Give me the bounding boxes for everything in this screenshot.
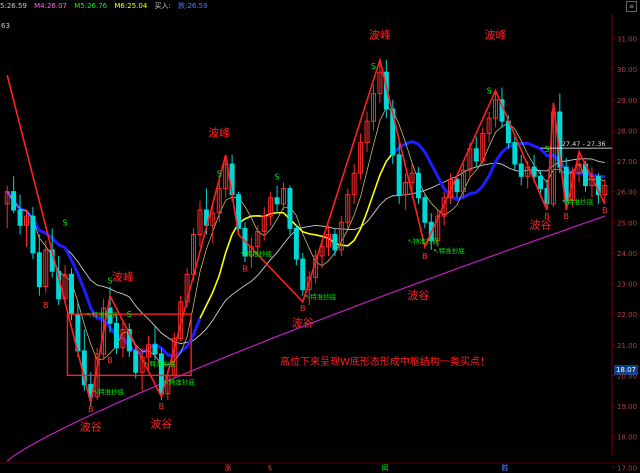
wave-peak-label: 波峰 — [485, 29, 507, 42]
sell-signal: S — [544, 145, 549, 154]
caption-text: 高位下来呈现W底形态形成中枢结构一类买点！ — [280, 355, 490, 368]
signal-text-label: ↖特准抄底 — [433, 246, 465, 255]
sell-signal: S — [487, 87, 492, 96]
candle-body — [274, 197, 280, 205]
y-tick-label: 25.00 — [617, 219, 637, 227]
wave-trough-label: 波谷 — [292, 316, 314, 329]
buy-signal: B — [107, 356, 113, 365]
wave-peak-label: 波峰 — [112, 270, 134, 283]
candle-body — [17, 209, 23, 226]
y-tick-label: 26.00 — [617, 189, 637, 197]
sell-signal: S — [275, 172, 280, 181]
y-tick-label: 21.00 — [617, 342, 637, 350]
y-tick-label: 19.00 — [617, 403, 637, 411]
sell-signal: S — [371, 62, 376, 71]
y-tick-label: 29.00 — [617, 97, 637, 105]
candle-body — [152, 344, 158, 355]
candle-body — [415, 172, 421, 199]
signal-text-label: ↖特准抄底 — [144, 359, 176, 368]
y-tick-label: 17.00 — [617, 464, 637, 472]
candle-body — [36, 252, 42, 288]
candle-body — [293, 227, 299, 260]
buy-signal: B — [563, 212, 569, 221]
y-tick-label: 23.00 — [617, 281, 637, 289]
y-tick-label: 18.00 — [617, 434, 637, 442]
sell-signal: S — [107, 277, 112, 286]
candlestick-chart: 31.00 30.00 29.00 28.00 27.00 26.00 25.00 24.00… — [0, 14, 640, 472]
bottom-marker: 胜 — [502, 463, 509, 472]
y-tick-label: 31.00 — [617, 36, 637, 44]
y-tick-label: 24.00 — [617, 250, 637, 258]
candle-body — [473, 148, 479, 162]
signal-text-label: ↖特准抄底 — [86, 310, 118, 319]
candle-body — [422, 197, 428, 223]
candle-body — [332, 234, 338, 251]
y-tick-label: 20.00 — [617, 372, 637, 380]
signal-text-label: ↖特准抄底 — [408, 237, 440, 246]
candle-body — [454, 178, 460, 193]
buy-signal: B — [242, 264, 248, 273]
candle-body — [30, 215, 36, 254]
candle-body — [11, 191, 17, 211]
price-range-label: 27.47 - 27.36 — [562, 140, 606, 148]
candle-body — [518, 163, 524, 177]
bottom-marker: $ — [268, 464, 272, 472]
candle-body — [538, 175, 544, 190]
wave-peak-label: 波峰 — [369, 29, 391, 42]
buy-signal: B — [159, 402, 165, 411]
signal-text-label: ↖特准抄底 — [163, 378, 195, 387]
sell-signal: S — [63, 218, 68, 227]
signal-text-label: ↖特准抄底 — [241, 249, 273, 258]
sell-signal: S — [217, 169, 222, 178]
sell-signal: S — [127, 310, 132, 319]
y-tick-label: 27.00 — [617, 158, 637, 166]
wave-trough-label: 波谷 — [407, 289, 429, 302]
buy-signal: B — [43, 301, 49, 310]
candle-body — [287, 188, 293, 229]
candle-body — [300, 258, 306, 291]
buy-signal: B — [544, 212, 550, 221]
candle-body — [68, 273, 74, 315]
y-tick-label: 30.00 — [617, 66, 637, 74]
signal-text-label: ↖特准抄底 — [562, 197, 594, 206]
candle-body — [133, 350, 139, 373]
wave-peak-label: 波峰 — [208, 127, 230, 140]
wave-trough-label: 波谷 — [150, 417, 172, 430]
buy-signal: B — [88, 405, 94, 414]
candle-body — [512, 142, 518, 165]
bottom-marker: 闻 — [382, 463, 389, 472]
y-tick-label: 28.00 — [617, 127, 637, 135]
buy-signal: B — [602, 206, 608, 215]
candle-body — [113, 322, 119, 349]
bottom-marker: 涨 — [225, 463, 232, 472]
signal-text-label: ↖特准抄底 — [93, 387, 125, 396]
y-tick-label: 22.00 — [617, 311, 637, 319]
signal-text-label: ↖特准抄底 — [305, 292, 337, 301]
buy-signal: B — [422, 252, 428, 261]
buy-signal: B — [300, 304, 306, 313]
candle-body — [396, 154, 402, 196]
wave-trough-label: 波谷 — [80, 421, 102, 434]
